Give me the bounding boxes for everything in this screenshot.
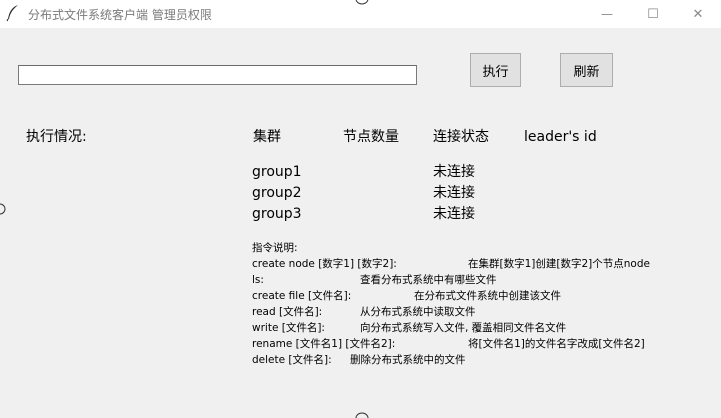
- help-command: create file [文件名]:: [252, 290, 352, 302]
- command-input[interactable]: [18, 65, 417, 85]
- help-description: 将[文件名1]的文件名字改成[文件名2]: [468, 338, 645, 350]
- help-description: 从分布式系统中读取文件: [360, 306, 476, 318]
- help-description: 向分布式系统写入文件, 覆盖相同文件名文件: [360, 322, 567, 334]
- cell-state: 未连接: [433, 164, 475, 180]
- help-command: write [文件名]:: [252, 322, 325, 334]
- header-connection-state: 连接状态: [433, 129, 489, 145]
- maximize-icon: ☐: [647, 6, 659, 22]
- help-description: 在集群[数字1]创建[数字2]个节点node: [468, 258, 650, 270]
- cell-group: group3: [252, 206, 302, 222]
- cell-group: group2: [252, 185, 302, 201]
- maximize-button[interactable]: ☐: [630, 0, 676, 28]
- minimize-button[interactable]: —: [584, 0, 630, 28]
- help-title: 指令说明:: [252, 242, 298, 254]
- cell-state: 未连接: [433, 206, 475, 222]
- close-icon: ✕: [692, 6, 704, 22]
- header-leader-id: leader's id: [524, 129, 597, 145]
- status-label: 执行情况:: [26, 129, 87, 145]
- help-command: ls:: [252, 274, 264, 286]
- cell-state: 未连接: [433, 185, 475, 201]
- minimize-icon: —: [601, 7, 613, 21]
- help-command: delete [文件名]:: [252, 354, 332, 366]
- execute-button[interactable]: 执行: [470, 53, 521, 87]
- help-description: 删除分布式系统中的文件: [350, 354, 466, 366]
- window-title: 分布式文件系统客户端 管理员权限: [28, 8, 212, 22]
- edge-circle-left: [0, 203, 6, 215]
- refresh-button[interactable]: 刷新: [560, 53, 613, 87]
- help-description: 查看分布式系统中有哪些文件: [360, 274, 497, 286]
- cell-group: group1: [252, 164, 302, 180]
- help-description: 在分布式文件系统中创建该文件: [414, 290, 561, 302]
- edge-circle-bottom: [355, 412, 369, 418]
- header-cluster: 集群: [253, 129, 281, 145]
- close-button[interactable]: ✕: [675, 0, 721, 28]
- help-command: create node [数字1] [数字2]:: [252, 258, 397, 270]
- feather-icon: [6, 4, 20, 22]
- header-node-count: 节点数量: [343, 129, 399, 145]
- help-command: read [文件名]:: [252, 306, 323, 318]
- edge-circle-top: [355, 0, 369, 5]
- help-command: rename [文件名1] [文件名2]:: [252, 338, 396, 350]
